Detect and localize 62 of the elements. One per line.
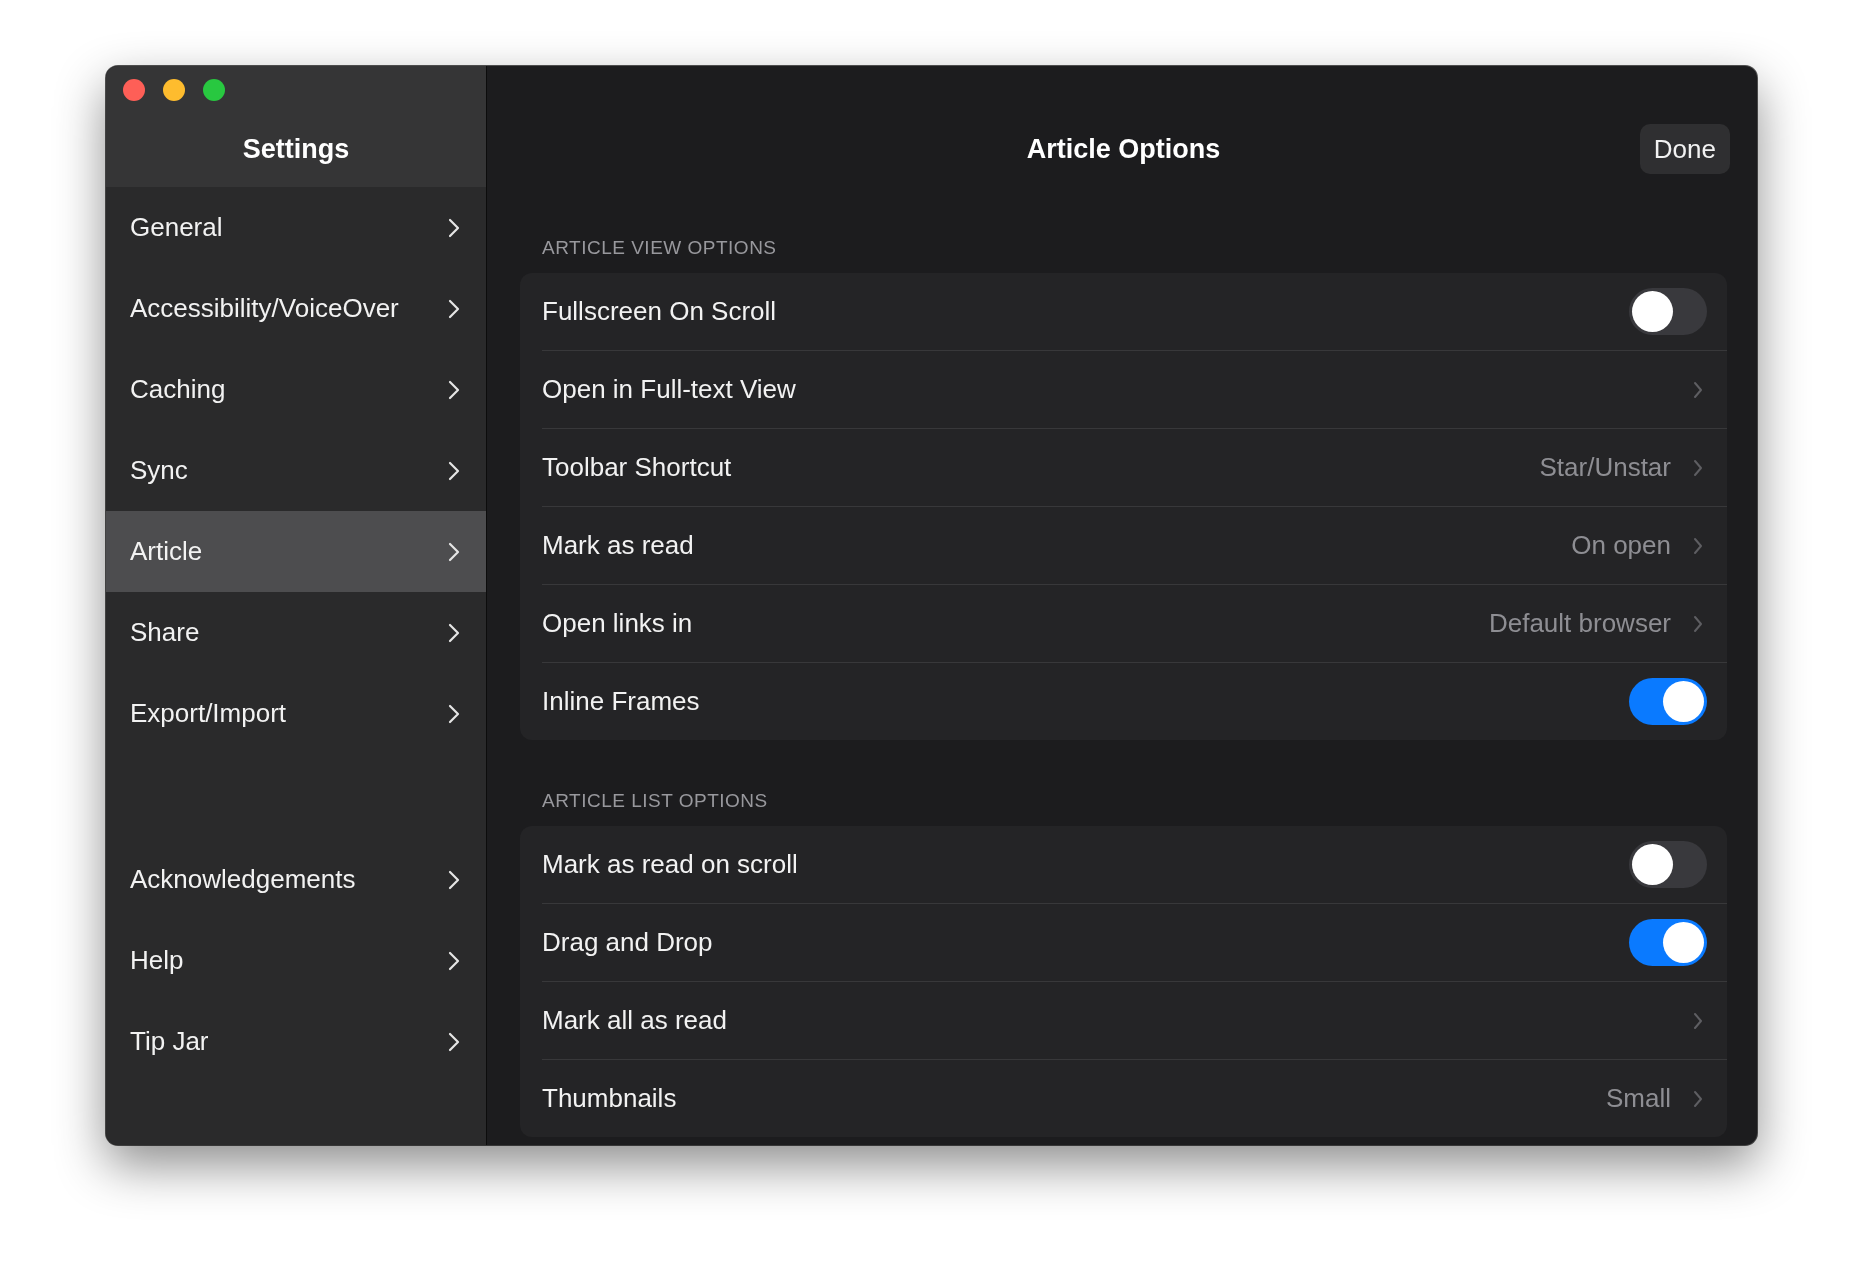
sidebar-item[interactable]: General (106, 187, 486, 268)
sidebar-item[interactable]: Acknowledgements (106, 839, 486, 920)
chevron-right-icon (448, 379, 460, 400)
chevron-right-icon[interactable] (1693, 380, 1703, 399)
sidebar-item[interactable]: Caching (106, 349, 486, 430)
setting-label: Toolbar Shortcut (542, 452, 733, 483)
setting-label: Thumbnails (542, 1083, 678, 1114)
sidebar-item-label: Acknowledgements (130, 864, 356, 895)
chevron-right-icon (448, 541, 460, 562)
setting-label: Mark all as read (542, 1005, 728, 1036)
minimize-button[interactable] (163, 79, 185, 101)
sidebar-item[interactable]: Accessibility/VoiceOver (106, 268, 486, 349)
sidebar-item-label: Share (130, 617, 200, 648)
setting-label: Open links in (542, 608, 694, 639)
chevron-right-icon[interactable] (1693, 614, 1703, 633)
toggle-switch[interactable] (1629, 841, 1707, 888)
chevron-right-icon (448, 622, 460, 643)
toggle-switch[interactable] (1629, 919, 1707, 966)
zoom-button[interactable] (203, 79, 225, 101)
toggle-switch[interactable] (1629, 678, 1707, 725)
section-header: ARTICLE VIEW OPTIONS (541, 236, 778, 260)
setting-label: Mark as read (542, 530, 695, 561)
sidebar-item-label: Help (130, 945, 184, 976)
chevron-right-icon (448, 869, 460, 890)
chevron-right-icon (448, 1031, 460, 1052)
section-header: ARTICLE LIST OPTIONS (541, 789, 769, 813)
chevron-right-icon[interactable] (1693, 458, 1703, 477)
sidebar-title: Settings (242, 134, 350, 165)
setting-value: On open (1571, 530, 1671, 561)
chevron-right-icon[interactable] (1693, 536, 1703, 555)
sidebar-item-label: Export/Import (130, 698, 287, 729)
setting-label: Open in Full-text View (542, 374, 797, 405)
setting-label: Drag and Drop (542, 927, 714, 958)
sidebar-item[interactable]: Sync (106, 430, 486, 511)
chevron-right-icon (448, 460, 460, 481)
chevron-right-icon[interactable] (1693, 1011, 1703, 1030)
chevron-right-icon (448, 703, 460, 724)
sidebar-item-label: Tip Jar (130, 1026, 209, 1057)
sidebar-item[interactable]: Help (106, 920, 486, 1001)
setting-value: Star/Unstar (1539, 452, 1671, 483)
sidebar-item[interactable]: Article (106, 511, 486, 592)
sidebar-item-label: Article (130, 536, 203, 567)
toggle-switch[interactable] (1629, 288, 1707, 335)
chevron-right-icon (448, 950, 460, 971)
sidebar-item-label: Accessibility/VoiceOver (130, 293, 399, 324)
chevron-right-icon (448, 217, 460, 238)
page-title: Article Options (1026, 134, 1221, 165)
setting-label: Mark as read on scroll (542, 849, 799, 880)
sidebar-item-label: Sync (130, 455, 188, 486)
done-button[interactable]: Done (1639, 124, 1730, 174)
close-button[interactable] (123, 79, 145, 101)
chevron-right-icon (448, 298, 460, 319)
sidebar-item-label: General (130, 212, 223, 243)
sidebar-item[interactable]: Tip Jar (106, 1001, 486, 1082)
sidebar-item[interactable]: Share (106, 592, 486, 673)
setting-value: Small (1606, 1083, 1671, 1114)
chevron-right-icon[interactable] (1693, 1089, 1703, 1108)
sidebar-item[interactable]: Export/Import (106, 673, 486, 754)
setting-label: Fullscreen On Scroll (542, 296, 778, 327)
setting-label: Inline Frames (542, 686, 701, 717)
setting-value: Default browser (1488, 608, 1671, 639)
sidebar-item-label: Caching (130, 374, 226, 405)
